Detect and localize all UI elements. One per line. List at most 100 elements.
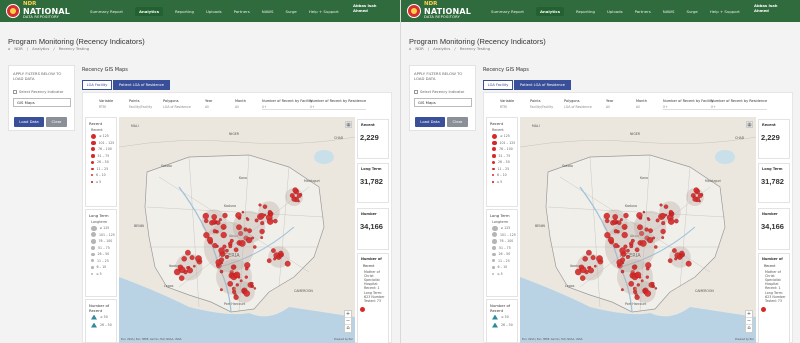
zoom-in-icon[interactable]: + (746, 311, 752, 318)
recent-marker (667, 258, 673, 264)
tab-lga-facility[interactable]: LGA Facility (483, 80, 513, 90)
zoom-out-icon[interactable]: − (746, 318, 752, 325)
home-icon[interactable]: ⌂ (409, 46, 411, 51)
filter-number-of-recent-by-residence[interactable]: Number of Recent by Residence 0+ (310, 99, 367, 115)
nav-item-reporting[interactable]: Reporting (175, 9, 194, 14)
tab-lga-facility[interactable]: LGA Facility (82, 80, 112, 90)
filter-month[interactable]: Month All (235, 99, 246, 115)
checkbox-icon[interactable] (414, 90, 418, 94)
gis-map[interactable]: NIGER MALI BENIN CHAD Maiduguri Kano Sokoto Kad… (119, 117, 355, 343)
zoom-out-icon[interactable]: − (345, 318, 351, 325)
user-menu[interactable]: Abbas Isah Ahmed (353, 3, 376, 13)
nav-item-summary-report[interactable]: Summary Report (90, 9, 123, 14)
nav-item-uploads[interactable]: Uploads (206, 9, 222, 14)
legend-dot-icon (91, 147, 95, 152)
tableau-dashboard: Variable RTRI Points Facility/Facility Polyg… (483, 92, 793, 343)
brand[interactable]: NDR NATIONAL DATA REPOSITORY (407, 2, 471, 19)
recent-marker (692, 196, 698, 202)
recent-marker (233, 247, 239, 253)
filter-variable[interactable]: Variable RTRI (500, 99, 514, 115)
nav-item-help-support[interactable]: Help + Support (710, 9, 740, 14)
nav-item-naws[interactable]: NAWS (262, 9, 274, 14)
filter-card: APPLY FILTERS BELOW TO LOAD DATA Select … (8, 65, 75, 131)
tab-patient-lga[interactable]: Patient LGA of Residence (113, 80, 170, 90)
recency-indicator-checkbox[interactable]: Select Recency Indicator (414, 90, 464, 94)
nav-item-analytics[interactable]: Analytics (535, 6, 565, 16)
legend-dot-icon (91, 259, 94, 263)
nav-item-naws[interactable]: NAWS (663, 9, 675, 14)
filter-month[interactable]: Month All (636, 99, 647, 115)
legend-dot-icon (91, 167, 94, 170)
nav-item-surge[interactable]: Surge (686, 9, 697, 14)
tab-patient-lga[interactable]: Patient LGA of Residence (514, 80, 571, 90)
recent-marker (651, 281, 655, 286)
filter-number-of-recent-by-residence[interactable]: Number of Recent by Residence 0+ (711, 99, 768, 115)
checkbox-label: Select Recency Indicator (420, 90, 465, 94)
filter-year[interactable]: Year All (205, 99, 212, 115)
tooltip-panel: Number of Recent Mother of Christ Specia… (758, 253, 790, 343)
clear-button[interactable]: Clear (447, 117, 468, 127)
breadcrumb-analytics[interactable]: Analytics (32, 46, 49, 51)
filter-polygons[interactable]: Polygons LGA of Residence (564, 99, 592, 115)
zoom-control[interactable]: + − ⌂ (745, 310, 753, 333)
nav-item-uploads[interactable]: Uploads (607, 9, 623, 14)
recent-marker (253, 245, 257, 249)
filter-title: APPLY FILTERS BELOW TO LOAD DATA (414, 71, 463, 81)
nav-item-reporting[interactable]: Reporting (576, 9, 595, 14)
brand-subtitle: DATA REPOSITORY (23, 14, 59, 19)
user-last-name: Ahmed (353, 7, 368, 13)
zoom-in-icon[interactable]: + (345, 311, 351, 318)
load-data-button[interactable]: Load Data (415, 117, 445, 127)
nav-item-surge[interactable]: Surge (285, 9, 296, 14)
layers-icon[interactable]: ▦ (746, 121, 753, 128)
filter-polygons[interactable]: Polygons LGA of Residence (163, 99, 191, 115)
tooltip-marker-icon (360, 307, 365, 312)
home-extent-icon[interactable]: ⌂ (345, 325, 351, 332)
zoom-control[interactable]: + − ⌂ (344, 310, 352, 333)
kpi-recent: Recent 2,229 (758, 119, 790, 159)
recent-marker (219, 257, 225, 263)
nav-item-summary-report[interactable]: Summary Report (491, 9, 524, 14)
filter-points[interactable]: Points Facility/Facility (129, 99, 152, 115)
layers-icon[interactable]: ▦ (345, 121, 352, 128)
recent-marker (212, 242, 218, 249)
map-canvas[interactable]: NIGER MALI BENIN CHAD Maiduguri Kano Sokoto Kad… (520, 117, 756, 343)
legend-dot-icon (492, 181, 494, 183)
breadcrumb: ⌂ NDR / Analytics / Recency Testing (409, 46, 491, 51)
breadcrumb-analytics[interactable]: Analytics (433, 46, 450, 51)
gis-map[interactable]: NIGER MALI BENIN CHAD Maiduguri Kano Sokoto Kad… (520, 117, 756, 343)
breadcrumb-ndr[interactable]: NDR (415, 46, 423, 51)
recent-marker (222, 244, 227, 249)
recent-marker (253, 287, 257, 290)
recency-indicator-checkbox[interactable]: Select Recency Indicator (13, 90, 63, 94)
breadcrumb-ndr[interactable]: NDR (14, 46, 22, 51)
nav-item-help-support[interactable]: Help + Support (309, 9, 339, 14)
checkbox-icon[interactable] (13, 90, 17, 94)
indicator-select[interactable]: GIS Maps (414, 98, 472, 107)
nav-item-partners[interactable]: Partners (635, 9, 651, 14)
map-canvas[interactable]: NIGER MALI BENIN CHAD Maiduguri Kano Sokoto Kad… (119, 117, 355, 343)
clear-button[interactable]: Clear (46, 117, 67, 127)
legend-dot-icon (492, 160, 495, 164)
filter-points[interactable]: Points Facility/Facility (530, 99, 553, 115)
legend-number-title: Number of Recent (89, 303, 110, 313)
filter-number-of-recent-by-facility[interactable]: Number of Recent by Facility 0+ (262, 99, 313, 115)
map-powered-by[interactable]: Powered by Esri (334, 338, 353, 341)
legend-dot-icon (492, 140, 497, 145)
brand[interactable]: NDR NATIONAL DATA REPOSITORY (6, 2, 70, 19)
home-icon[interactable]: ⌂ (8, 46, 10, 51)
recent-marker (674, 218, 679, 224)
nav-item-partners[interactable]: Partners (234, 9, 250, 14)
filter-year[interactable]: Year All (606, 99, 613, 115)
filter-variable[interactable]: Variable RTRI (99, 99, 113, 115)
nav-item-analytics[interactable]: Analytics (134, 6, 164, 16)
indicator-select[interactable]: GIS Maps (13, 98, 71, 107)
recent-marker (639, 240, 647, 247)
user-menu[interactable]: Abbas Isah Ahmed (754, 3, 777, 13)
dashboard-filters: Variable RTRI Points Facility/Facility Polyg… (484, 96, 794, 116)
map-powered-by[interactable]: Powered by Esri (735, 338, 754, 341)
filter-number-of-recent-by-facility[interactable]: Number of Recent by Facility 0+ (663, 99, 714, 115)
legend-dot-icon (492, 259, 495, 263)
load-data-button[interactable]: Load Data (14, 117, 44, 127)
home-extent-icon[interactable]: ⌂ (746, 325, 752, 332)
